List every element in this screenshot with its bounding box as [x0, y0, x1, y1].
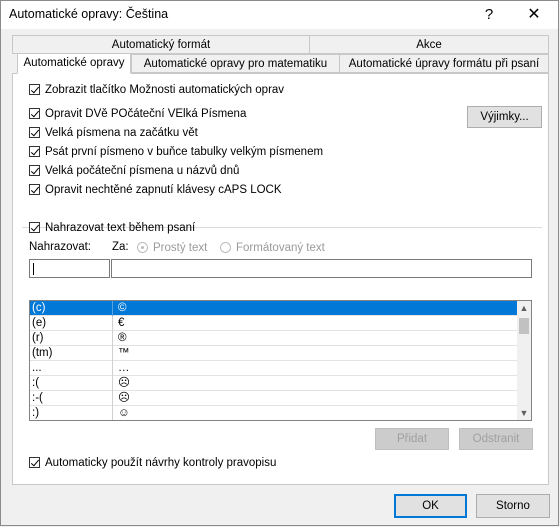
autocorrect-dialog: Automatické opravy: Čeština ? ✕ Automati…: [0, 0, 559, 526]
with-input[interactable]: [111, 259, 532, 278]
checkbox-label: Velká písmena na začátku vět: [45, 127, 198, 139]
replace-input[interactable]: [29, 259, 110, 278]
checkbox-label: Opravit DVě POčáteční VElká Písmena: [45, 108, 247, 120]
entry-to: €: [118, 317, 125, 329]
column-separator: [112, 346, 113, 361]
checkbox-box: [29, 165, 40, 176]
entry-from: :-(: [32, 392, 43, 404]
checkbox-label: Velká počáteční písmena u názvů dnů: [45, 165, 240, 177]
delete-button[interactable]: Odstranit: [459, 428, 533, 450]
with-column-label: Za:: [112, 241, 129, 253]
column-separator: [112, 376, 113, 391]
checkbox-box: [29, 127, 40, 138]
help-icon[interactable]: ?: [479, 5, 499, 25]
exceptions-button[interactable]: Výjimky...: [467, 106, 542, 128]
replace-column-label: Nahrazovat:: [29, 241, 92, 253]
entry-from: :): [32, 407, 40, 419]
tab-autocorrect[interactable]: Automatické opravy: [17, 53, 131, 74]
scroll-thumb[interactable]: [519, 318, 529, 334]
entry-to: ®: [118, 332, 127, 344]
entry-from: (r): [32, 332, 44, 344]
list-item[interactable]: (tm) ™: [30, 346, 517, 361]
column-separator: [112, 361, 113, 376]
checkbox-label: Zobrazit tlačítko Možnosti automatických…: [45, 84, 285, 96]
entry-to: ©: [118, 302, 127, 314]
tab-autoformat[interactable]: Automatický formát: [12, 35, 310, 54]
text-caret: [33, 263, 34, 275]
column-separator: [112, 301, 113, 316]
add-button[interactable]: Přidat: [375, 428, 449, 450]
list-item[interactable]: ... …: [30, 361, 517, 376]
tab-actions[interactable]: Akce: [309, 35, 549, 54]
checkbox-label: Psát první písmeno v buňce tabulky velký…: [45, 146, 324, 158]
checkbox-label: Automaticky použít návrhy kontroly pravo…: [45, 457, 277, 469]
radio-label: Formátovaný text: [236, 242, 325, 254]
list-item[interactable]: :-( ☹: [30, 391, 517, 406]
checkbox-label: Nahrazovat text během psaní: [45, 222, 196, 234]
checkbox-box: [29, 222, 40, 233]
radio-label: Prostý text: [153, 242, 208, 254]
dialog-title: Automatické opravy: Čeština: [9, 7, 169, 21]
replace-text-checkbox[interactable]: Nahrazovat text během psaní: [29, 220, 195, 236]
column-separator: [112, 331, 113, 346]
scroll-down-icon[interactable]: ▼: [517, 406, 531, 420]
column-separator: [112, 316, 113, 331]
tab-autoformat-as-you-type[interactable]: Automatické úpravy formátu při psaní: [339, 54, 549, 73]
autocorrect-list[interactable]: (c) © (e) € (r) ® (tm) ™ ... … :( ☹ :-( ☹ :) ☺ ▲…: [29, 300, 532, 421]
entry-to: ☹: [118, 377, 130, 389]
list-item[interactable]: :) ☺: [30, 406, 517, 420]
checkbox-box: [29, 108, 40, 119]
entry-from: ...: [32, 362, 42, 374]
list-item[interactable]: (c) ©: [30, 301, 517, 316]
cancel-button[interactable]: Storno: [476, 494, 550, 518]
entry-from: (e): [32, 317, 47, 329]
column-separator: [112, 406, 113, 420]
entry-to: …: [118, 362, 130, 374]
checkbox-box: [29, 184, 40, 195]
entry-from: (tm): [32, 347, 53, 359]
entry-to: ☹: [118, 392, 130, 404]
list-scrollbar[interactable]: ▲ ▼: [517, 301, 531, 420]
list-item[interactable]: (r) ®: [30, 331, 517, 346]
checkbox-box: [29, 457, 40, 468]
checkbox-label: Opravit nechtěné zapnutí klávesy cAPS LO…: [45, 184, 282, 196]
entry-to: ™: [118, 347, 130, 359]
title-bar: Automatické opravy: Čeština ? ✕: [1, 1, 558, 29]
tab-math-autocorrect[interactable]: Automatické opravy pro matematiku: [131, 54, 340, 73]
checkbox-box: [29, 146, 40, 157]
entry-to: ☺: [118, 407, 130, 419]
list-item[interactable]: :( ☹: [30, 376, 517, 391]
radio-circle: [137, 242, 148, 253]
entry-from: :(: [32, 377, 40, 389]
close-icon[interactable]: ✕: [524, 5, 544, 25]
ok-button[interactable]: OK: [394, 494, 467, 518]
entry-from: (c): [32, 302, 46, 314]
list-item[interactable]: (e) €: [30, 316, 517, 331]
checkbox-box: [29, 84, 40, 95]
scroll-up-icon[interactable]: ▲: [517, 301, 531, 315]
radio-circle: [220, 242, 231, 253]
column-separator: [112, 391, 113, 406]
